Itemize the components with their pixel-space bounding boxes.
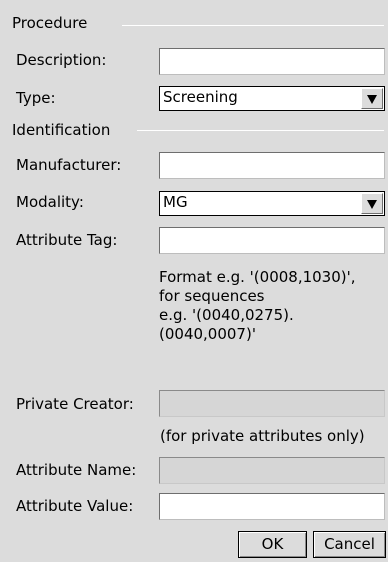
cancel-button[interactable]: Cancel [313,531,386,558]
private-creator-hint: (for private attributes only) [160,427,365,445]
attribute-tag-label: Attribute Tag: [16,231,118,249]
description-label: Description: [16,51,107,69]
attribute-name-label: Attribute Name: [16,461,137,479]
modality-select[interactable]: MG [159,191,385,216]
chevron-down-icon[interactable] [361,88,383,109]
procedure-identification-dialog: Procedure Description: Type: Screening I… [0,0,388,562]
manufacturer-label: Manufacturer: [16,156,122,174]
identification-section-divider [137,130,384,131]
modality-label: Modality: [16,193,84,211]
identification-section-title: Identification [12,121,111,139]
attribute-tag-format-hint: Format e.g. '(0008,1030)', for sequences… [159,268,356,343]
ok-button[interactable]: OK [238,531,307,558]
type-select[interactable]: Screening [159,86,385,111]
attribute-value-input[interactable] [159,493,385,520]
modality-selected-value: MG [163,193,188,211]
attribute-value-label: Attribute Value: [16,497,134,515]
manufacturer-input[interactable] [159,152,385,179]
type-selected-value: Screening [163,88,238,106]
procedure-section-divider [122,25,384,26]
description-input[interactable] [159,48,385,75]
chevron-down-icon[interactable] [361,193,383,214]
attribute-name-input [159,457,385,484]
private-creator-label: Private Creator: [16,395,134,413]
attribute-tag-input[interactable] [159,227,385,254]
procedure-section-title: Procedure [12,14,88,32]
type-label: Type: [16,89,56,107]
private-creator-input [159,390,385,417]
